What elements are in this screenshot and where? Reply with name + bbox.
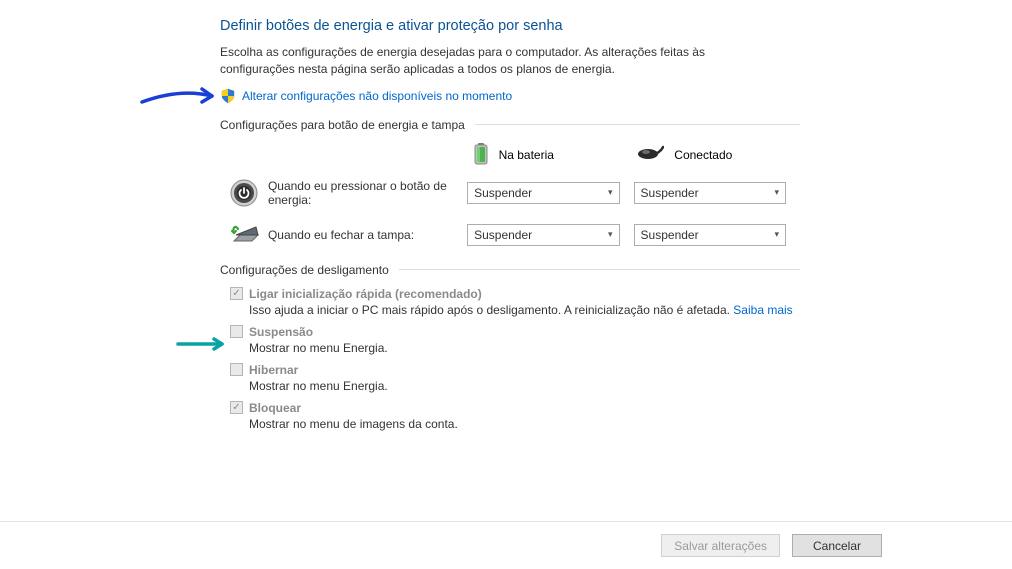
lock-title: Bloquear — [249, 401, 301, 415]
col-plugged-label: Conectado — [674, 148, 732, 162]
section-shutdown: Configurações de desligamento — [220, 263, 800, 277]
footer-bar: Salvar alterações Cancelar — [0, 521, 1012, 569]
chevron-down-icon: ▾ — [774, 187, 779, 198]
lid-plugged-select[interactable]: Suspender ▾ — [634, 224, 786, 246]
option-fast-startup: Ligar inicialização rápida (recomendado)… — [230, 287, 800, 317]
checkbox-lock[interactable] — [230, 401, 243, 414]
cancel-button[interactable]: Cancelar — [792, 534, 882, 557]
select-value: Suspender — [474, 186, 532, 200]
col-battery: Na bateria — [473, 142, 637, 169]
row-power-button: Quando eu pressionar o botão de energia:… — [220, 179, 800, 207]
lid-battery-select[interactable]: Suspender ▾ — [467, 224, 619, 246]
power-battery-select[interactable]: Suspender ▾ — [467, 182, 619, 204]
option-sleep: Suspensão Mostrar no menu Energia. — [230, 325, 800, 355]
page-title: Definir botões de energia e ativar prote… — [220, 18, 800, 34]
main-panel: Definir botões de energia e ativar prote… — [0, 0, 800, 431]
col-plugged: Conectado — [636, 145, 800, 166]
page-description: Escolha as configurações de energia dese… — [220, 44, 780, 78]
power-plugged-select[interactable]: Suspender ▾ — [634, 182, 786, 204]
row-lid: Quando eu fechar a tampa: Suspender ▾ Su… — [220, 223, 800, 247]
sleep-sub: Mostrar no menu Energia. — [249, 341, 800, 355]
select-value: Suspender — [641, 186, 699, 200]
fast-startup-sub: Isso ajuda a iniciar o PC mais rápido ap… — [249, 303, 800, 317]
shutdown-options: Ligar inicialização rápida (recomendado)… — [220, 287, 800, 431]
chevron-down-icon: ▾ — [774, 229, 779, 240]
fast-startup-sub-text: Isso ajuda a iniciar o PC mais rápido ap… — [249, 303, 733, 317]
divider — [475, 124, 800, 125]
sleep-title: Suspensão — [249, 325, 313, 339]
chevron-down-icon: ▾ — [608, 229, 613, 240]
hibernate-title: Hibernar — [249, 363, 298, 377]
col-battery-label: Na bateria — [499, 148, 554, 162]
power-button-label: Quando eu pressionar o botão de energia: — [268, 179, 467, 207]
checkbox-hibernate[interactable] — [230, 363, 243, 376]
select-value: Suspender — [474, 228, 532, 242]
lid-icon — [220, 223, 268, 247]
change-unavailable-link[interactable]: Alterar configurações não disponíveis no… — [242, 89, 512, 103]
hibernate-sub: Mostrar no menu Energia. — [249, 379, 800, 393]
checkbox-sleep[interactable] — [230, 325, 243, 338]
chevron-down-icon: ▾ — [608, 187, 613, 198]
battery-icon — [473, 142, 489, 169]
fast-startup-title: Ligar inicialização rápida (recomendado) — [249, 287, 482, 301]
checkbox-fast-startup[interactable] — [230, 287, 243, 300]
option-lock: Bloquear Mostrar no menu de imagens da c… — [230, 401, 800, 431]
section-label: Configurações de desligamento — [220, 263, 389, 277]
change-settings-row: Alterar configurações não disponíveis no… — [220, 88, 800, 104]
uac-shield-icon — [220, 88, 236, 104]
option-hibernate: Hibernar Mostrar no menu Energia. — [230, 363, 800, 393]
learn-more-link[interactable]: Saiba mais — [733, 303, 792, 317]
section-power-buttons: Configurações para botão de energia e ta… — [220, 118, 800, 132]
section-label: Configurações para botão de energia e ta… — [220, 118, 465, 132]
lock-sub: Mostrar no menu de imagens da conta. — [249, 417, 800, 431]
select-value: Suspender — [641, 228, 699, 242]
power-button-icon — [220, 179, 268, 207]
divider — [399, 269, 800, 270]
column-headers: Na bateria Conectado — [220, 142, 800, 169]
save-button[interactable]: Salvar alterações — [661, 534, 780, 557]
plug-icon — [636, 145, 664, 166]
lid-label: Quando eu fechar a tampa: — [268, 228, 467, 242]
